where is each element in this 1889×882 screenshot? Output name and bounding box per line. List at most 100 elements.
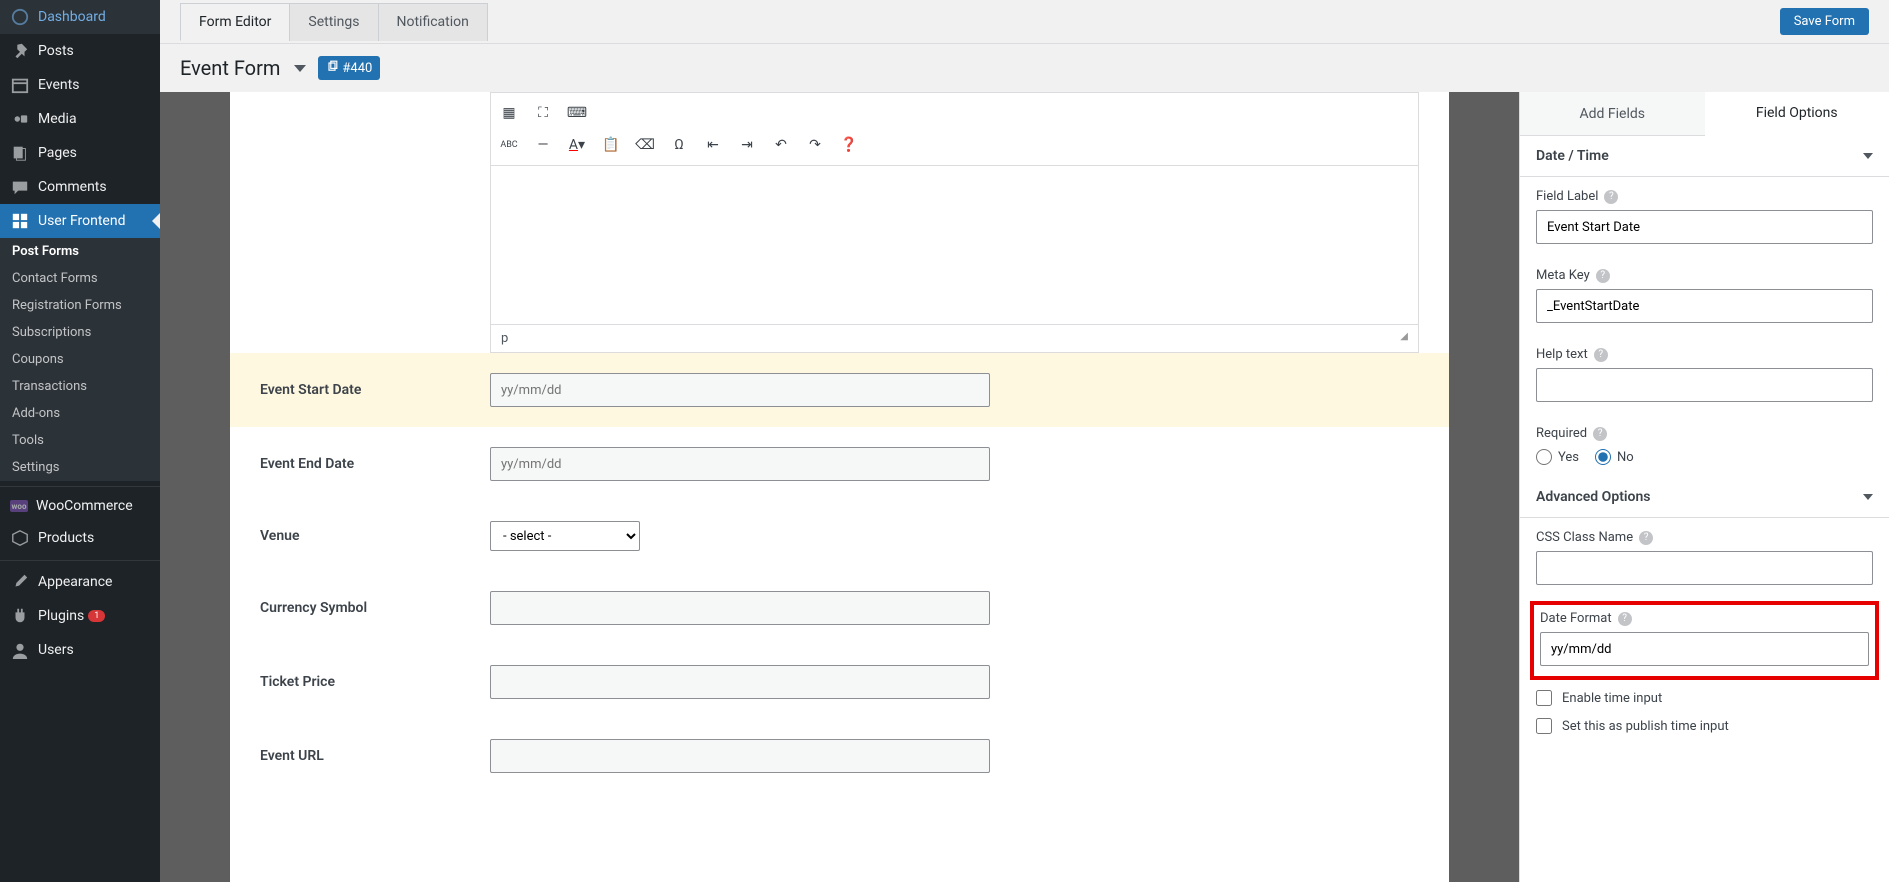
tab-settings[interactable]: Settings [289, 3, 378, 41]
tab-notification[interactable]: Notification [378, 3, 488, 41]
canvas-scrollbar[interactable]: ▦ ⛶ ⌨ ABC — A▾ 📋 ⌫ Ω ⇤ [230, 92, 1449, 882]
save-form-button[interactable]: Save Form [1780, 8, 1869, 35]
resize-handle-icon[interactable]: ◢ [1400, 331, 1408, 346]
toolbar-redo-icon[interactable]: ↷ [805, 135, 825, 155]
checkbox-publish-time[interactable]: Set this as publish time input [1520, 712, 1889, 740]
sidebar-label: Products [38, 530, 94, 546]
editor-path: p [501, 331, 508, 346]
sub-transactions[interactable]: Transactions [0, 373, 160, 400]
panel-tabs: Add Fields Field Options [1520, 92, 1889, 136]
field-row-currency[interactable]: Currency Symbol [230, 571, 1449, 645]
sidebar-item-woocommerce[interactable]: wooWooCommerce [0, 491, 160, 521]
sub-post-forms[interactable]: Post Forms [0, 238, 160, 265]
help-icon[interactable]: ? [1618, 612, 1632, 626]
toolbar-keyboard-icon[interactable]: ⌨ [567, 103, 587, 123]
sub-subscriptions[interactable]: Subscriptions [0, 319, 160, 346]
sidebar-label: Dashboard [38, 9, 106, 25]
section-advanced-options[interactable]: Advanced Options [1520, 477, 1889, 518]
help-icon[interactable]: ? [1639, 531, 1653, 545]
sub-contact-forms[interactable]: Contact Forms [0, 265, 160, 292]
toolbar-outdent-icon[interactable]: ⇤ [703, 135, 723, 155]
section-date-time[interactable]: Date / Time [1520, 136, 1889, 177]
comment-icon [10, 177, 30, 197]
chevron-down-icon[interactable] [294, 65, 306, 72]
chevron-down-icon [1863, 153, 1873, 159]
toolbar-undo-icon[interactable]: ↶ [771, 135, 791, 155]
panel-scrollbar[interactable]: Date / Time Field Label? Meta Key? Help … [1520, 136, 1889, 882]
help-icon[interactable]: ? [1594, 348, 1608, 362]
sidebar-item-media[interactable]: Media [0, 102, 160, 136]
checkbox-enable-time[interactable]: Enable time input [1520, 684, 1889, 712]
sidebar-item-plugins[interactable]: Plugins1 [0, 599, 160, 633]
toolbar-fullscreen-icon[interactable]: ⛶ [533, 103, 553, 123]
panel-tab-field-options[interactable]: Field Options [1705, 92, 1889, 136]
sidebar-item-pages[interactable]: Pages [0, 136, 160, 170]
field-input-text[interactable] [490, 665, 990, 699]
sidebar-item-products[interactable]: Products [0, 521, 160, 555]
field-label: Venue [260, 528, 490, 544]
main-tabs: Form Editor Settings Notification [180, 3, 487, 41]
sidebar-item-users[interactable]: Users [0, 633, 160, 667]
radio-required-no[interactable]: No [1595, 449, 1634, 465]
sub-add-ons[interactable]: Add-ons [0, 400, 160, 427]
copy-icon [326, 60, 338, 76]
field-input-text[interactable] [490, 739, 990, 773]
toolbar-indent-icon[interactable]: ⇥ [737, 135, 757, 155]
brush-icon [10, 572, 30, 592]
pages-icon [10, 143, 30, 163]
toolbar-help-icon[interactable]: ❓ [839, 135, 859, 155]
help-icon[interactable]: ? [1596, 269, 1610, 283]
field-row-ticket-price[interactable]: Ticket Price [230, 645, 1449, 719]
field-row-event-end-date[interactable]: Event End Date [230, 427, 1449, 501]
field-row-event-start-date[interactable]: Event Start Date [230, 353, 1449, 427]
radio-required-yes[interactable]: Yes [1536, 449, 1579, 465]
sub-tools[interactable]: Tools [0, 427, 160, 454]
woo-icon: woo [10, 500, 28, 512]
titlebar: Event Form #440 [160, 44, 1889, 92]
sidebar-submenu: Post Forms Contact Forms Registration Fo… [0, 238, 160, 481]
sidebar-item-events[interactable]: Events [0, 68, 160, 102]
sidebar-label: Users [38, 642, 74, 658]
field-row-venue[interactable]: Venue - select - [230, 501, 1449, 571]
toolbar-table-icon[interactable]: ▦ [499, 103, 519, 123]
input-css-class[interactable] [1536, 551, 1873, 585]
field-input-date[interactable] [490, 447, 990, 481]
form-id-badge[interactable]: #440 [318, 56, 380, 80]
field-row-event-url[interactable]: Event URL [230, 719, 1449, 793]
toolbar-paste-icon[interactable]: 📋 [601, 135, 621, 155]
sidebar-label: Comments [38, 179, 107, 195]
toolbar-hr-icon[interactable]: — [533, 135, 553, 155]
sidebar-item-comments[interactable]: Comments [0, 170, 160, 204]
input-date-format[interactable] [1540, 632, 1869, 666]
panel-tab-add-fields[interactable]: Add Fields [1520, 92, 1705, 135]
input-help-text[interactable] [1536, 368, 1873, 402]
field-input-date[interactable] [490, 373, 990, 407]
toolbar-strikethrough-icon[interactable]: ABC [499, 135, 519, 155]
sub-registration-forms[interactable]: Registration Forms [0, 292, 160, 319]
sidebar-item-user-frontend[interactable]: User Frontend [0, 204, 160, 238]
sub-settings[interactable]: Settings [0, 454, 160, 481]
form-title: Event Form [180, 56, 280, 80]
sidebar-item-posts[interactable]: Posts [0, 34, 160, 68]
label-meta-key: Meta Key? [1536, 268, 1873, 283]
field-input-text[interactable] [490, 591, 990, 625]
wysiwyg-editor[interactable] [490, 165, 1419, 325]
toolbar-omega-icon[interactable]: Ω [669, 135, 689, 155]
label-css-class: CSS Class Name? [1536, 530, 1873, 545]
input-field-label[interactable] [1536, 210, 1873, 244]
label-required: Required? [1536, 426, 1873, 441]
input-meta-key[interactable] [1536, 289, 1873, 323]
field-select-venue[interactable]: - select - [490, 521, 640, 551]
help-icon[interactable]: ? [1604, 190, 1618, 204]
help-icon[interactable]: ? [1593, 427, 1607, 441]
sidebar-item-appearance[interactable]: Appearance [0, 565, 160, 599]
sidebar-item-dashboard[interactable]: Dashboard [0, 0, 160, 34]
field-label: Event URL [260, 748, 490, 764]
toolbar-textcolor-icon[interactable]: A▾ [567, 135, 587, 155]
chevron-down-icon [1863, 494, 1873, 500]
user-icon [10, 640, 30, 660]
highlight-annotation: Date Format? [1530, 601, 1879, 680]
sub-coupons[interactable]: Coupons [0, 346, 160, 373]
toolbar-eraser-icon[interactable]: ⌫ [635, 135, 655, 155]
tab-form-editor[interactable]: Form Editor [180, 3, 290, 41]
